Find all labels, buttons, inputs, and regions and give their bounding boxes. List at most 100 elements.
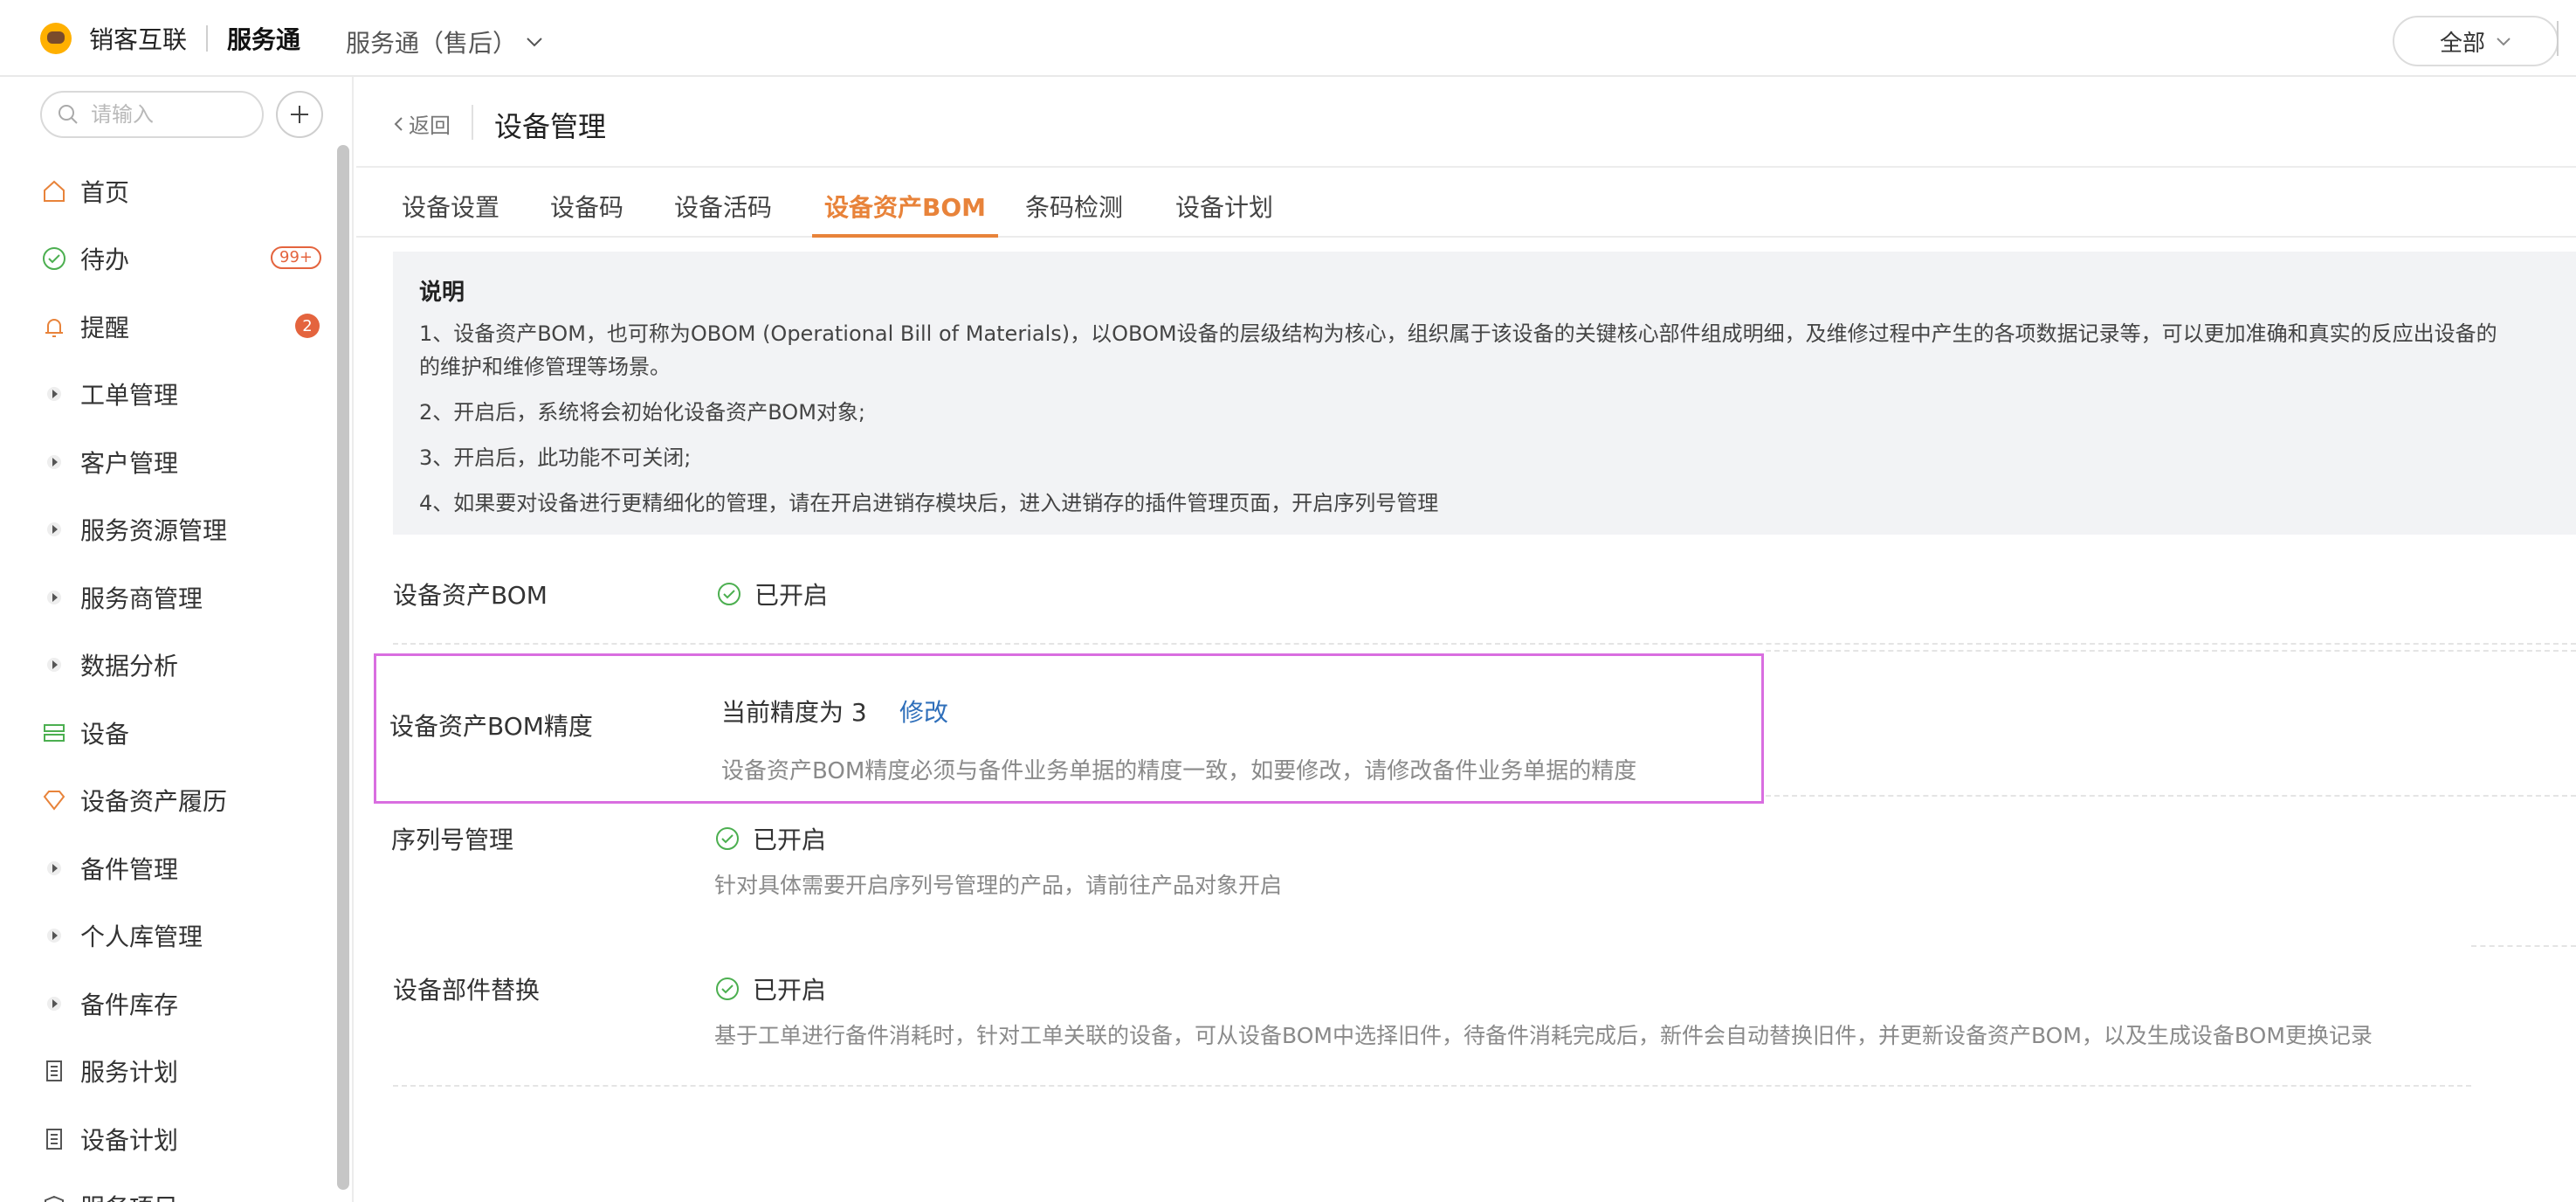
- brand-app-name: 服务通: [227, 25, 301, 54]
- check-circle-icon: [718, 583, 740, 605]
- server-icon: [40, 719, 68, 747]
- serial-label: 序列号管理: [391, 826, 514, 854]
- sidebar-item-label: 服务计划: [80, 1058, 179, 1088]
- sidebar-item-label: 服务项目: [80, 1189, 178, 1202]
- sidebar-item-analytics[interactable]: 数据分析: [16, 632, 339, 700]
- tab-device-code[interactable]: 设备码: [550, 189, 623, 238]
- sidebar-item-spare-inventory[interactable]: 备件库存: [16, 970, 339, 1038]
- diamond-icon: [40, 786, 68, 814]
- chevron-down-icon: [527, 38, 542, 47]
- topbar-divider: [2557, 21, 2559, 56]
- sidebar-item-devices[interactable]: 设备: [16, 699, 339, 767]
- sidebar-item-customers[interactable]: 客户管理: [16, 428, 339, 496]
- sidebar-item-label: 首页: [80, 177, 130, 207]
- row-divider: [2471, 945, 2576, 947]
- brand-name: 销客互联: [89, 25, 188, 54]
- brand-logo-icon: [40, 23, 72, 54]
- brand[interactable]: 销客互联 服务通: [40, 19, 300, 58]
- sidebar-item-personal-stock[interactable]: 个人库管理: [16, 902, 339, 971]
- back-link-label: 返回: [409, 114, 451, 138]
- sidebar-item-label: 服务资源管理: [80, 516, 228, 546]
- replace-label: 设备部件替换: [393, 976, 541, 1005]
- search-input[interactable]: [89, 101, 246, 128]
- scope-select[interactable]: 全部: [2393, 16, 2559, 66]
- tab-device-live-code[interactable]: 设备活码: [674, 189, 772, 238]
- sidebar-item-label: 服务商管理: [80, 584, 203, 613]
- sidebar-item-device-plan[interactable]: 设备计划: [16, 1105, 339, 1173]
- sidebar-item-label: 设备: [80, 719, 130, 749]
- sidebar-item-work-orders[interactable]: 工单管理: [16, 361, 339, 429]
- caret-right-icon: [40, 990, 68, 1018]
- sidebar-search[interactable]: [40, 91, 264, 138]
- notice-line: 1、设备资产BOM，也可称为OBOM (Operational Bill of …: [419, 321, 2497, 346]
- caret-right-icon: [40, 584, 68, 611]
- sidebar-item-label: 客户管理: [80, 448, 179, 478]
- scope-select-label: 全部: [2439, 30, 2485, 57]
- bom-status-text: 已开启: [754, 581, 829, 610]
- page-header: 返回 设备管理: [356, 79, 2576, 168]
- back-link[interactable]: 返回: [393, 108, 451, 139]
- sidebar-item-providers[interactable]: 服务商管理: [16, 563, 339, 632]
- notice-box: 说明 1、设备资产BOM，也可称为OBOM (Operational Bill …: [393, 252, 2576, 535]
- sidebar-item-home[interactable]: 首页: [16, 157, 339, 225]
- tab-device-settings[interactable]: 设备设置: [402, 189, 499, 238]
- sidebar-item-label: 设备资产履历: [80, 787, 228, 817]
- caret-right-icon: [40, 854, 68, 882]
- serial-status: 已开启: [714, 821, 826, 856]
- sidebar-item-label: 提醒: [80, 313, 130, 342]
- sidebar-item-label: 设备计划: [80, 1125, 179, 1155]
- serial-description: 针对具体需要开启序列号管理的产品，请前往产品对象开启: [714, 873, 1283, 898]
- sidebar-item-label: 个人库管理: [80, 922, 203, 952]
- bell-icon: [40, 313, 68, 341]
- sidebar-item-service-resources[interactable]: 服务资源管理: [16, 496, 339, 564]
- check-circle-icon: [716, 977, 739, 1000]
- replace-status: 已开启: [714, 971, 826, 1006]
- sidebar-divider: [352, 77, 354, 1202]
- tab-barcode-check[interactable]: 条码检测: [1025, 189, 1123, 238]
- sidebar-item-label: 数据分析: [80, 652, 179, 681]
- bom-label: 设备资产BOM: [393, 581, 548, 610]
- tab-bar: 设备设置 设备码 设备活码 设备资产BOM 条码检测 设备计划: [356, 169, 2576, 238]
- check-circle-icon: [716, 827, 739, 850]
- sidebar-item-reminder[interactable]: 提醒 2: [16, 293, 339, 361]
- caret-right-icon: [40, 922, 68, 950]
- caret-right-icon: [40, 380, 68, 408]
- check-circle-icon: [40, 245, 68, 273]
- plus-icon: [291, 106, 308, 123]
- app-switcher[interactable]: 服务通（售后）: [346, 24, 543, 59]
- tab-device-plan[interactable]: 设备计划: [1175, 189, 1273, 238]
- caret-right-icon: [40, 515, 68, 543]
- sidebar-item-label: 工单管理: [80, 381, 179, 411]
- document-icon: [40, 1125, 68, 1153]
- sidebar-item-todo[interactable]: 待办 99+: [16, 225, 339, 294]
- header-separator: [472, 105, 473, 140]
- app-switcher-label: 服务通（售后）: [346, 29, 518, 58]
- reminder-count-badge: 2: [295, 314, 320, 338]
- sidebar-item-service-items[interactable]: 服务项目: [16, 1173, 339, 1202]
- sidebar-nav: 首页 待办 99+ 提醒 2 工单管理 客户管理 服务资源管理 服务商管理 数据…: [16, 157, 339, 1202]
- sidebar-item-asset-history[interactable]: 设备资产履历: [16, 767, 339, 835]
- sidebar-item-service-plan[interactable]: 服务计划: [16, 1038, 339, 1106]
- serial-status-text: 已开启: [753, 826, 827, 854]
- caret-right-icon: [40, 651, 68, 679]
- row-divider: [393, 1085, 2471, 1087]
- precision-description: 设备资产BOM精度必须与备件业务单据的精度一致，如要修改，请修改备件业务单据的精…: [721, 758, 1637, 784]
- replace-status-text: 已开启: [753, 976, 827, 1005]
- notice-line: 4、如果要对设备进行更精细化的管理，请在开启进销存模块后，进入进销存的插件管理页…: [419, 491, 1439, 515]
- sidebar-item-spare-parts[interactable]: 备件管理: [16, 834, 339, 902]
- sidebar: 首页 待办 99+ 提醒 2 工单管理 客户管理 服务资源管理 服务商管理: [16, 79, 351, 1202]
- sidebar-item-label: 备件库存: [80, 990, 179, 1019]
- sidebar-item-label: 备件管理: [80, 854, 179, 884]
- tab-asset-bom[interactable]: 设备资产BOM: [811, 189, 999, 238]
- precision-label: 设备资产BOM精度: [389, 712, 593, 741]
- sidebar-scrollbar[interactable]: [337, 145, 349, 1190]
- notice-line: 2、开启后，系统将会初始化设备资产BOM对象;: [419, 400, 865, 425]
- edit-precision-link[interactable]: 修改: [899, 694, 948, 729]
- row-divider: [393, 643, 2576, 645]
- caret-right-icon: [40, 448, 68, 476]
- search-icon: [59, 105, 78, 124]
- add-button[interactable]: [276, 91, 323, 138]
- row-divider: [1766, 650, 2576, 652]
- replace-description: 基于工单进行备件消耗时，针对工单关联的设备，可从设备BOM中选择旧件，待备件消耗…: [714, 1023, 2373, 1048]
- chevron-left-icon: [394, 116, 403, 131]
